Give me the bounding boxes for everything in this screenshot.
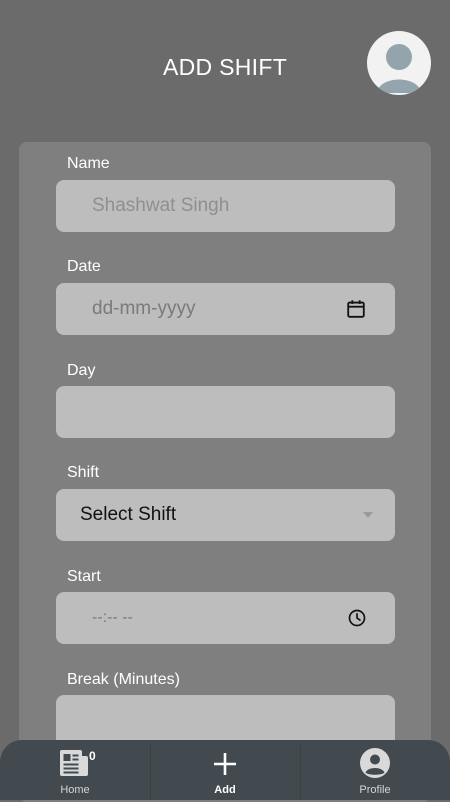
nav-item-home[interactable]: 0 Home (0, 740, 150, 800)
date-label: Date (67, 258, 101, 275)
date-field[interactable]: dd-mm-yyyy (56, 283, 395, 335)
day-field[interactable] (56, 386, 395, 438)
name-label: Name (67, 155, 110, 172)
avatar[interactable] (367, 31, 431, 95)
account-circle-icon (360, 748, 390, 778)
clock-icon[interactable] (347, 608, 367, 628)
nav-item-profile[interactable]: Profile (300, 740, 450, 800)
date-placeholder: dd-mm-yyyy (92, 298, 196, 319)
shift-selected-value: Select Shift (80, 504, 177, 525)
nav-item-add[interactable]: Add (150, 740, 300, 800)
start-label: Start (67, 568, 101, 585)
shift-select[interactable]: Select Shift (56, 489, 395, 541)
day-label: Day (67, 362, 96, 379)
nav-label-home: Home (60, 784, 90, 796)
name-field[interactable]: Shashwat Singh (56, 180, 395, 232)
name-placeholder: Shashwat Singh (92, 195, 230, 216)
nav-label-profile: Profile (359, 784, 391, 796)
start-placeholder: --:-- -- (92, 609, 133, 626)
shift-label: Shift (67, 464, 100, 481)
chevron-down-icon[interactable] (363, 512, 373, 518)
bottom-nav: 0 Home Add Profile (0, 740, 450, 800)
start-time-field[interactable]: --:-- -- (56, 592, 395, 644)
calendar-icon[interactable] (345, 298, 367, 320)
newspaper-icon (60, 750, 88, 776)
break-label: Break (Minutes) (67, 671, 180, 688)
user-avatar-icon (377, 44, 421, 93)
home-badge: 0 (89, 749, 96, 763)
nav-label-add: Add (214, 784, 236, 796)
plus-icon (214, 753, 236, 775)
